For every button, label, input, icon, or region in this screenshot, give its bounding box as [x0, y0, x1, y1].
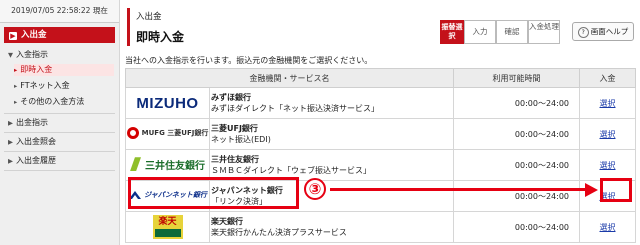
mizuho-logo: MIZUHO	[136, 94, 199, 112]
breadcrumb: 入出金	[136, 12, 162, 22]
column-header-time: 利用可能時間	[453, 68, 580, 88]
triangle-right-icon: ▸	[14, 98, 18, 106]
chevron-right-icon: ▶	[8, 157, 13, 165]
available-time: 00:00～24:00	[453, 211, 580, 243]
step-input: 入力	[464, 20, 496, 44]
service-name: ＳＭＢＣダイレクト「ウェブ振込サービス」	[211, 166, 371, 175]
table-row: 楽天 楽天銀行楽天銀行かんたん決済プラスサービス 00:00～24:00 選択	[125, 211, 636, 243]
page-title: 即時入金	[136, 30, 185, 44]
bank-name: みずほ銀行	[211, 93, 251, 102]
sidebar-item-deposit-instruction[interactable]: ▼ 入金指示	[8, 49, 48, 61]
rakuten-band	[154, 229, 181, 237]
available-time: 00:00～24:00	[453, 87, 580, 119]
sidebar-item-deposit-withdrawal[interactable]: ▶ 入出金	[4, 27, 115, 43]
table-row: MIZUHO みずほ銀行みずほダイレクト「ネット振込決済サービス」 00:00～…	[125, 87, 636, 119]
column-header-deposit: 入金	[579, 68, 636, 88]
table-row: 三井住友銀行 三井住友銀行 ＳＭＢＣダイレクト「ウェブ振込サービス」 00:00～…	[125, 149, 636, 181]
select-cell: 選択	[579, 149, 636, 181]
bank-name: 三菱UFJ銀行	[211, 124, 258, 133]
chevron-right-icon: ▶	[9, 32, 17, 40]
smbc-mark-icon	[130, 157, 141, 172]
sidebar-item-withdrawal-instruction[interactable]: ▶ 出金指示	[8, 117, 48, 129]
sidebar-item-label: 入出金	[21, 30, 47, 40]
accent-bar	[127, 8, 130, 46]
arrow-head-icon	[585, 183, 598, 197]
sidebar-item-ft-net-deposit[interactable]: ▸ FTネット入金	[14, 80, 70, 92]
bank-logo-cell: 楽天	[125, 211, 210, 243]
rakuten-logo: 楽天	[152, 215, 183, 239]
step-process: 入金処理	[528, 20, 560, 44]
bank-name: 三井住友銀行	[211, 155, 259, 164]
available-time: 00:00～24:00	[453, 149, 580, 181]
bank-table: 金融機関・サービス名 利用可能時間 入金 MIZUHO みずほ銀行みずほダイレク…	[125, 68, 636, 243]
select-cell: 選択	[579, 211, 636, 243]
select-link[interactable]: 選択	[600, 99, 616, 108]
divider	[4, 151, 115, 152]
triangle-right-icon: ▸	[14, 82, 18, 90]
step-number-badge: ③	[304, 178, 326, 200]
mufg-mark-icon	[126, 127, 139, 139]
bank-info: 三菱UFJ銀行ネット振込(EDI)	[209, 118, 454, 150]
bank-logo-cell: MIZUHO	[125, 87, 210, 119]
triangle-right-icon: ▸	[14, 66, 18, 74]
bank-info: 楽天銀行楽天銀行かんたん決済プラスサービス	[209, 211, 454, 243]
arrow-icon	[330, 188, 585, 191]
sidebar-item-inquiry[interactable]: ▶ 入出金照会	[8, 136, 56, 148]
sidebar-item-history[interactable]: ▶ 入出金履歴	[8, 155, 56, 167]
service-name: みずほダイレクト「ネット振込決済サービス」	[211, 104, 379, 113]
select-link[interactable]: 選択	[600, 223, 616, 232]
current-datetime: 2019/07/05 22:58:22 現在	[0, 0, 119, 23]
bank-info: みずほ銀行みずほダイレクト「ネット振込決済サービス」	[209, 87, 454, 119]
available-time: 00:00～24:00	[453, 118, 580, 150]
mufg-logo: MUFG 三菱UFJ銀行	[126, 127, 208, 139]
highlight-box-select	[600, 178, 632, 202]
chevron-down-icon: ▼	[8, 51, 13, 59]
sidebar-item-instant-deposit[interactable]: ▸ 即時入金	[14, 64, 114, 76]
sidebar-item-other-deposit[interactable]: ▸ その他の入金方法	[14, 96, 84, 108]
column-header-bank: 金融機関・サービス名	[125, 68, 454, 88]
available-time: 00:00～24:00	[453, 180, 580, 212]
select-link[interactable]: 選択	[600, 130, 616, 139]
divider	[4, 170, 115, 171]
smbc-logo: 三井住友銀行	[130, 157, 205, 172]
bank-logo-cell: MUFG 三菱UFJ銀行	[125, 118, 210, 150]
table-row: MUFG 三菱UFJ銀行 三菱UFJ銀行ネット振込(EDI) 00:00～24:…	[125, 118, 636, 150]
select-cell: 選択	[579, 118, 636, 150]
bank-logo-cell: 三井住友銀行	[125, 149, 210, 181]
help-button[interactable]: ? 画面ヘルプ	[572, 22, 634, 41]
bank-name: 楽天銀行	[211, 217, 243, 226]
chevron-right-icon: ▶	[8, 119, 13, 127]
divider	[4, 132, 115, 133]
table-header-row: 金融機関・サービス名 利用可能時間 入金	[125, 68, 636, 88]
select-cell: 選択	[579, 87, 636, 119]
sidebar: 2019/07/05 22:58:22 現在 ▶ 入出金 ▼ 入金指示 ▸ 即時入金 …	[0, 0, 120, 245]
bank-info: 三井住友銀行 ＳＭＢＣダイレクト「ウェブ振込サービス」	[209, 149, 454, 181]
chevron-right-icon: ▶	[8, 138, 13, 146]
instruction-text: 当社への入金指示を行います。振込元の金融機関をご選択ください。	[125, 56, 373, 65]
divider	[4, 113, 115, 114]
step-select: 振替選択	[440, 20, 464, 44]
question-icon: ?	[577, 27, 589, 38]
service-name: ネット振込(EDI)	[211, 135, 271, 144]
highlight-box-bank	[128, 177, 299, 209]
select-link[interactable]: 選択	[600, 161, 616, 170]
step-confirm: 確認	[496, 20, 528, 44]
service-name: 楽天銀行かんたん決済プラスサービス	[211, 228, 347, 237]
